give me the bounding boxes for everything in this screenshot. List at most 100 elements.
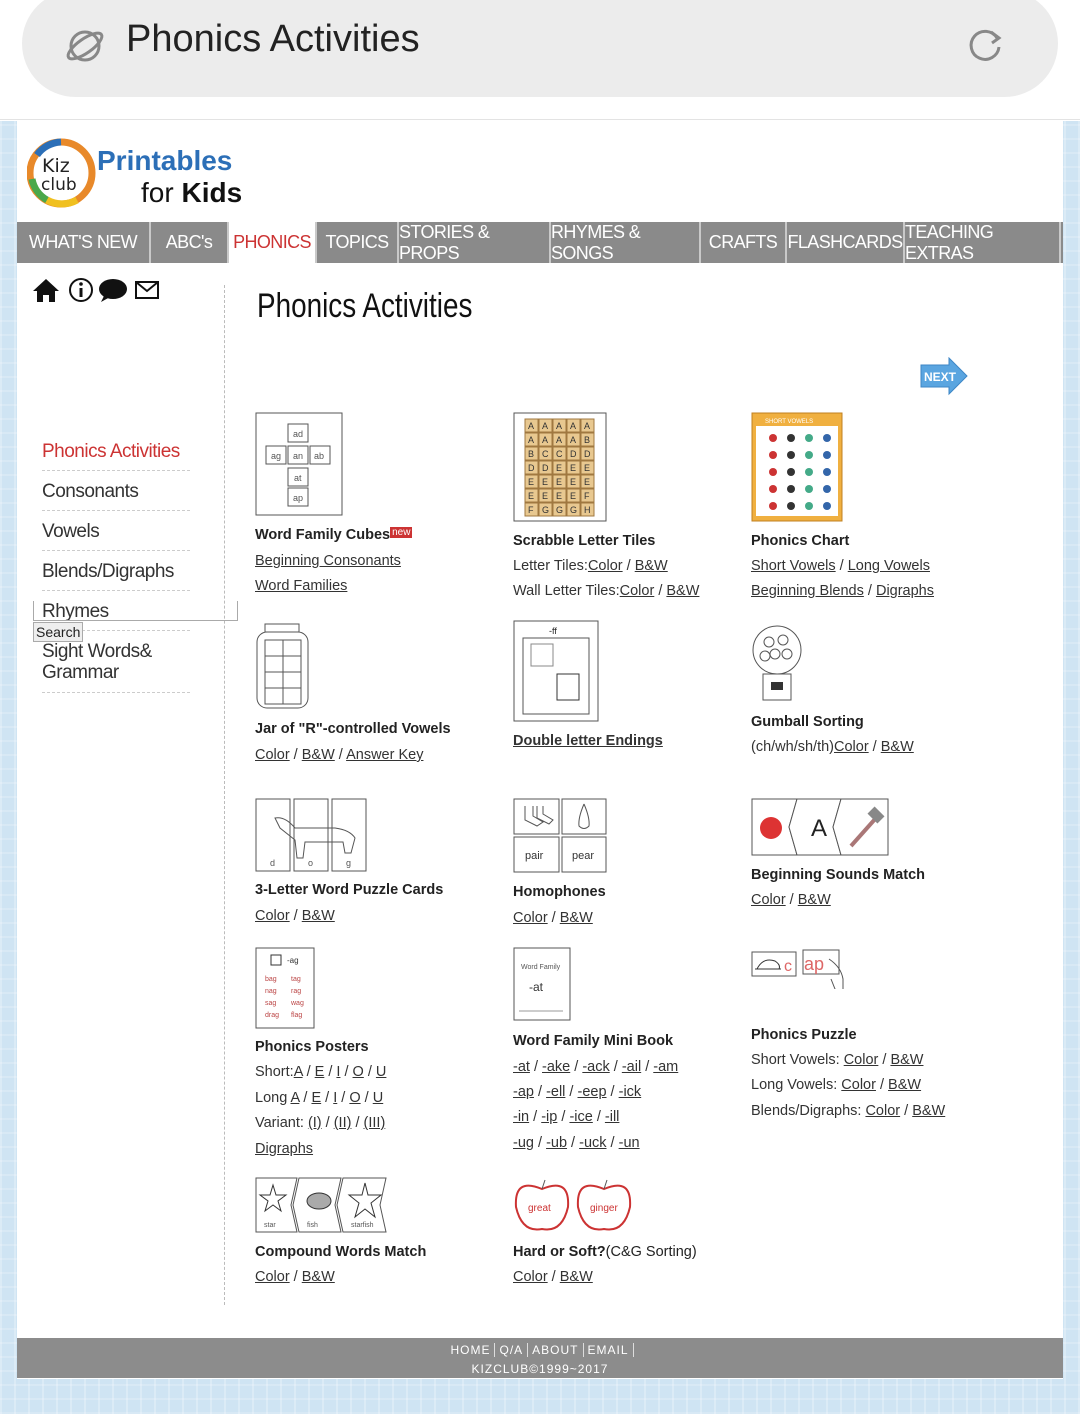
activity-link[interactable]: Color bbox=[255, 1269, 290, 1285]
activity-title[interactable]: Double letter Endings bbox=[513, 733, 663, 749]
activity-thumbnail[interactable]: star fish starfish bbox=[255, 1177, 387, 1238]
activity-link[interactable]: Color bbox=[513, 910, 548, 926]
activity-link[interactable]: -ap bbox=[513, 1084, 534, 1100]
activity-link[interactable]: Digraphs bbox=[876, 583, 934, 599]
activity-link[interactable]: (I) bbox=[308, 1115, 322, 1131]
reload-icon[interactable] bbox=[964, 24, 1006, 66]
activity-thumbnail[interactable]: great ginger bbox=[513, 1177, 633, 1238]
activity-link[interactable]: Short Vowels bbox=[751, 558, 836, 574]
activity-link[interactable]: I bbox=[336, 1064, 340, 1080]
nav-tab-teaching-extras[interactable]: TEACHING EXTRAS bbox=[905, 222, 1061, 263]
activity-link[interactable]: -ug bbox=[513, 1135, 534, 1151]
sidebar-item-blends-digraphs[interactable]: Blends/Digraphs bbox=[42, 561, 190, 591]
activity-link[interactable]: B&W bbox=[888, 1077, 921, 1093]
activity-link[interactable]: O bbox=[349, 1090, 360, 1106]
activity-link[interactable]: Answer Key bbox=[346, 747, 423, 763]
nav-tab-rhymes-songs[interactable]: RHYMES & SONGS bbox=[551, 222, 701, 263]
activity-thumbnail[interactable]: c ap bbox=[751, 949, 863, 994]
activity-link[interactable]: A bbox=[294, 1064, 303, 1080]
activity-link[interactable]: Color bbox=[751, 892, 786, 908]
sidebar-item-consonants[interactable]: Consonants bbox=[42, 481, 190, 511]
search-pill[interactable]: Phonics Activities bbox=[22, 0, 1058, 97]
mail-icon[interactable] bbox=[134, 277, 160, 303]
activity-link[interactable]: Word Families bbox=[255, 578, 347, 594]
activity-link[interactable]: -at bbox=[513, 1059, 530, 1075]
activity-link[interactable]: E bbox=[315, 1064, 325, 1080]
activity-thumbnail[interactable]: Word Family -at bbox=[513, 947, 571, 1026]
activity-link[interactable]: Color bbox=[865, 1103, 900, 1119]
activity-link[interactable]: I bbox=[333, 1090, 337, 1106]
activity-link[interactable]: (III) bbox=[364, 1115, 386, 1131]
nav-tab-crafts[interactable]: CRAFTS bbox=[701, 222, 787, 263]
activity-link[interactable]: -ail bbox=[622, 1059, 641, 1075]
activity-link[interactable]: Color bbox=[255, 908, 290, 924]
activity-link[interactable]: -ip bbox=[541, 1109, 557, 1125]
activity-link[interactable]: B&W bbox=[302, 1269, 335, 1285]
activity-link[interactable]: -ub bbox=[546, 1135, 567, 1151]
footer-link-about[interactable]: ABOUT bbox=[528, 1343, 584, 1357]
activity-link[interactable]: -un bbox=[619, 1135, 640, 1151]
thumbnail-double[interactable]: -ff bbox=[513, 620, 599, 722]
thumbnail-cube[interactable]: ad ag an ab at ap bbox=[255, 412, 343, 516]
thumbnail-book[interactable]: Word Family -at bbox=[513, 947, 571, 1021]
activity-link[interactable]: -ick bbox=[619, 1084, 642, 1100]
nav-tab-flashcards[interactable]: FLASHCARDS bbox=[787, 222, 905, 263]
activity-link[interactable]: -ill bbox=[605, 1109, 620, 1125]
activity-link[interactable]: B&W bbox=[560, 910, 593, 926]
activity-link[interactable]: B&W bbox=[560, 1269, 593, 1285]
info-icon[interactable] bbox=[68, 277, 94, 303]
activity-thumbnail[interactable] bbox=[255, 622, 310, 715]
sidebar-item-phonics-activities[interactable]: Phonics Activities bbox=[42, 441, 190, 471]
activity-link[interactable]: U bbox=[376, 1064, 386, 1080]
activity-link[interactable]: B&W bbox=[302, 908, 335, 924]
activity-link[interactable]: -ack bbox=[582, 1059, 609, 1075]
activity-link[interactable]: Color bbox=[844, 1052, 879, 1068]
kizclub-logo[interactable]: Kiz club Printables for Kids bbox=[26, 137, 242, 214]
activity-link[interactable]: -eep bbox=[578, 1084, 607, 1100]
activity-thumbnail[interactable] bbox=[751, 620, 803, 707]
activity-thumbnail[interactable]: dog bbox=[255, 798, 367, 877]
thumbnail-puzzle[interactable]: c ap bbox=[751, 949, 863, 992]
activity-link[interactable]: U bbox=[373, 1090, 383, 1106]
activity-link[interactable]: Digraphs bbox=[255, 1141, 313, 1157]
activity-link[interactable]: -am bbox=[653, 1059, 678, 1075]
activity-link[interactable]: Beginning Consonants bbox=[255, 553, 401, 569]
footer-link-qa[interactable]: Q/A bbox=[495, 1343, 529, 1357]
activity-link[interactable]: B&W bbox=[666, 583, 699, 599]
activity-link[interactable]: B&W bbox=[798, 892, 831, 908]
nav-tab-abc-s[interactable]: ABC's bbox=[151, 222, 229, 263]
thumbnail-poster[interactable]: -ag bag tag nag rag sag wag drag flag bbox=[255, 947, 315, 1029]
search-query[interactable]: Phonics Activities bbox=[126, 18, 420, 61]
activity-link[interactable]: B&W bbox=[881, 739, 914, 755]
footer-link-email[interactable]: EMAIL bbox=[583, 1343, 634, 1357]
activity-link[interactable]: Long Vowels bbox=[848, 558, 930, 574]
sidebar-item-vowels[interactable]: Vowels bbox=[42, 521, 190, 551]
nav-tab-topics[interactable]: TOPICS bbox=[317, 222, 399, 263]
activity-link[interactable]: B&W bbox=[890, 1052, 923, 1068]
activity-title-text[interactable]: Double letter Endings bbox=[513, 733, 663, 749]
thumbnail-match[interactable]: A bbox=[751, 798, 889, 856]
thumbnail-tiles[interactable]: A A A A AA A A A BB C C D DD D E E EE E E E EE E E E FF G G G H bbox=[513, 412, 607, 522]
activity-thumbnail[interactable]: SHORT VOWELS bbox=[751, 412, 843, 527]
activity-link[interactable]: Color bbox=[834, 739, 869, 755]
footer-link-home[interactable]: HOME bbox=[446, 1343, 496, 1357]
activity-link[interactable]: -in bbox=[513, 1109, 529, 1125]
activity-link[interactable]: B&W bbox=[635, 558, 668, 574]
thumbnail-homo[interactable]: pair pear bbox=[513, 798, 607, 874]
activity-link[interactable]: A bbox=[291, 1090, 300, 1106]
nav-tab-what-s-new[interactable]: WHAT'S NEW bbox=[17, 222, 151, 263]
activity-thumbnail[interactable]: pair pear bbox=[513, 798, 607, 879]
activity-thumbnail[interactable]: -ff bbox=[513, 620, 599, 727]
thumbnail-apples[interactable]: great ginger bbox=[513, 1177, 633, 1233]
activity-thumbnail[interactable]: ad ag an ab at ap bbox=[255, 412, 343, 521]
activity-link[interactable]: -ake bbox=[542, 1059, 570, 1075]
sidebar-item-sight-words-grammar[interactable]: Sight Words& Grammar bbox=[42, 641, 190, 693]
activity-thumbnail[interactable]: A bbox=[751, 798, 889, 861]
thumbnail-jar[interactable] bbox=[255, 622, 310, 710]
activity-link[interactable]: -ell bbox=[546, 1084, 565, 1100]
speech-bubble-icon[interactable] bbox=[98, 277, 128, 303]
activity-link[interactable]: -ice bbox=[569, 1109, 592, 1125]
activity-link[interactable]: Beginning Blends bbox=[751, 583, 864, 599]
thumbnail-dog[interactable]: dog bbox=[255, 798, 367, 872]
activity-link[interactable]: -uck bbox=[579, 1135, 606, 1151]
